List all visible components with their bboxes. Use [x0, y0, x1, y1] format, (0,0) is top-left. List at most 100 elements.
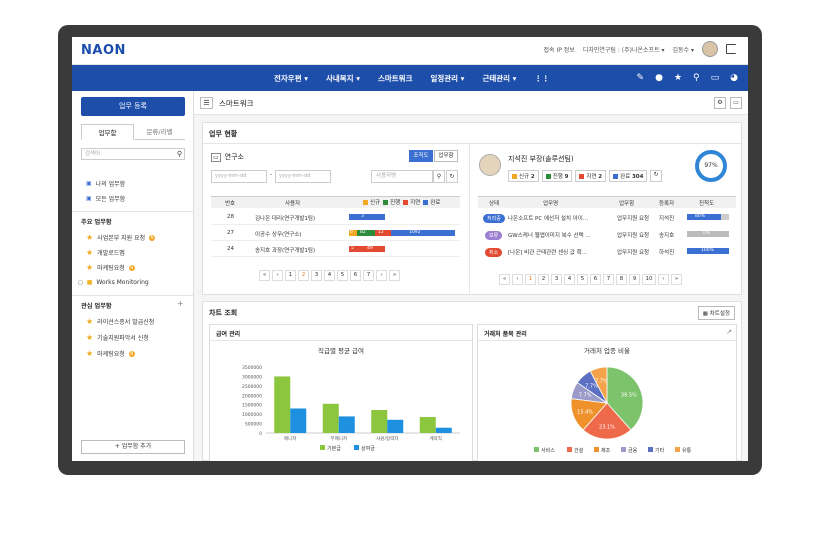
palette-icon[interactable]: ◕ [730, 73, 738, 83]
page-5[interactable]: 5 [337, 270, 348, 281]
start-date-input[interactable]: yyyy-mm-dd [211, 170, 267, 183]
add-taskbox-button[interactable]: + 업무함 추가 [81, 440, 185, 454]
org-chart-button[interactable]: 조직도 [409, 150, 433, 162]
bar-progress: 82 [357, 230, 375, 236]
page-7[interactable]: 7 [603, 274, 614, 285]
page-last[interactable]: » [671, 274, 682, 285]
sidebar-item-interest-0[interactable]: ★ 라이선스증서 발급신청 [86, 317, 154, 326]
task-title[interactable]: 나온소프트 PC 에선저 설치 아이… [508, 214, 588, 222]
page-next[interactable]: › [376, 270, 387, 281]
tab-taskbox[interactable]: 업무함 [81, 124, 134, 140]
sidebar-item-label: 마케팅요청 [97, 265, 125, 272]
slice-label: 7.7% [595, 378, 608, 384]
expand-icon[interactable]: ▢ [78, 280, 83, 286]
task-title[interactable]: GW스케너 웹앱이미지 복수 선택 … [508, 231, 591, 239]
status-pager: « ‹ 1 2 3 4 5 6 7 › » [259, 270, 400, 281]
page-prev[interactable]: ‹ [512, 274, 523, 285]
grid-icon[interactable]: ⋮⋮ [534, 74, 549, 83]
nav-welfare[interactable]: 사내복지 ▾ [326, 73, 360, 84]
team-link[interactable]: 디자인연구팀 : (주)나온소프트 ▾ [583, 45, 665, 54]
page-5[interactable]: 5 [577, 274, 588, 285]
taskbox-button[interactable]: 업무함 [434, 150, 458, 162]
end-date-input[interactable]: yyyy-mm-dd [275, 170, 331, 183]
col-title: 업무명 [543, 201, 559, 207]
sidebar-item-interest-1[interactable]: ★ 기술지원파악서 신청 [86, 333, 149, 342]
chat-icon[interactable]: ● [655, 73, 663, 83]
user-menu[interactable]: 김동수 ▾ [673, 45, 694, 54]
page-6[interactable]: 6 [590, 274, 601, 285]
page-first[interactable]: « [499, 274, 510, 285]
nav-smartwork[interactable]: 스마트워크 [378, 73, 413, 84]
legend-done: 완료 [423, 198, 441, 206]
stat-delay[interactable]: 지연 2 [575, 170, 607, 182]
search-icon[interactable]: ⚲ [693, 73, 700, 83]
monitor-icon[interactable]: ▭ [730, 97, 742, 109]
page-6[interactable]: 6 [350, 270, 361, 281]
stat-done[interactable]: 완료 304 [609, 170, 648, 182]
stat-progress[interactable]: 진행 9 [541, 170, 573, 182]
refresh-icon[interactable]: ↻ [446, 170, 458, 183]
logout-icon[interactable] [726, 44, 736, 54]
legend-label: 서비스 [541, 447, 555, 454]
row-user[interactable]: 송지호 과장(연구개발1팀) [255, 246, 315, 254]
sidebar-item-my[interactable]: ▣ 나의 업무함 [86, 179, 125, 188]
task-title[interactable]: [나온] 비관 근태관련 센싱 값 확… [508, 248, 587, 256]
page-1[interactable]: 1 [285, 270, 296, 281]
legend-label: 기타 [655, 447, 665, 454]
sidebar-item-main-2[interactable]: ★ 마케팅요청 N [86, 263, 135, 272]
page-3[interactable]: 3 [551, 274, 562, 285]
page-1[interactable]: 1 [525, 274, 536, 285]
ip-info-link[interactable]: 접속 IP 정보 [544, 45, 575, 54]
page-prev[interactable]: ‹ [272, 270, 283, 281]
gear-icon[interactable]: ⚙ [714, 97, 726, 109]
pen-icon[interactable]: ✎ [637, 73, 645, 83]
page-2[interactable]: 2 [538, 274, 549, 285]
sidebar-search-input[interactable]: 검색어 ⚲ [81, 148, 185, 160]
tab-label[interactable]: 문류/라벨 [134, 124, 185, 140]
page-8[interactable]: 8 [616, 274, 627, 285]
share-icon[interactable]: ↗ [726, 328, 732, 336]
sidebar-item-main-0[interactable]: ★ 사업본부 지원 요청 N [86, 233, 156, 242]
page-first[interactable]: « [259, 270, 270, 281]
register-task-button[interactable]: 업무 등록 [81, 97, 185, 116]
sidebar-item-all[interactable]: ▣ 모든 업무함 [86, 194, 125, 203]
row-user[interactable]: 이공수 상무(연구소) [255, 230, 302, 238]
stat-new[interactable]: 신규 2 [508, 170, 539, 182]
page-9[interactable]: 9 [629, 274, 640, 285]
nav-schedule[interactable]: 일정관리 ▾ [430, 73, 464, 84]
page-3[interactable]: 3 [311, 270, 322, 281]
page-4[interactable]: 4 [564, 274, 575, 285]
task-box: 업무지원 요청 [617, 250, 650, 256]
page-2[interactable]: 2 [298, 270, 309, 281]
nav-mail[interactable]: 전자우편 ▾ [274, 73, 308, 84]
user-search-input[interactable]: 사용자명 [371, 170, 433, 183]
bar-base [371, 409, 388, 433]
page-7[interactable]: 7 [363, 270, 374, 281]
sidebar-item-interest-2[interactable]: ★ 마케팅요청 N [86, 349, 135, 358]
page-10[interactable]: 10 [642, 274, 656, 285]
search-icon[interactable]: ⚲ [177, 149, 182, 160]
star-icon: ★ [86, 333, 94, 342]
monitor-icon[interactable]: ▭ [711, 73, 720, 83]
add-interest-icon[interactable]: + [177, 299, 184, 308]
bar-done: 3 [349, 214, 385, 220]
refresh-icon[interactable]: ↻ [650, 170, 662, 182]
sidebar-item-main-1[interactable]: ★ 개발로드맵 [86, 248, 125, 257]
row-no: 27 [227, 230, 234, 236]
page-title: 스마트워크 [219, 99, 254, 108]
avatar[interactable] [702, 41, 718, 57]
page-4[interactable]: 4 [324, 270, 335, 281]
nav-attendance[interactable]: 근태관리 ▾ [482, 73, 516, 84]
bar-delay: 12 [375, 230, 391, 236]
chart-section: 차트 조회 ▦ 차트설정 급여 관리 직급별 평균 급여 3500000 30000… [202, 301, 742, 461]
sidebar-item-main-3[interactable]: ▢ ■ Works Monitoring [78, 279, 149, 286]
page-last[interactable]: » [389, 270, 400, 281]
state-badge: 취소 [485, 248, 503, 257]
chart-setting-button[interactable]: ▦ 차트설정 [697, 306, 735, 320]
menu-icon[interactable]: ☰ [200, 97, 213, 109]
page-next[interactable]: › [658, 274, 669, 285]
legend-label: 기본급 [327, 445, 341, 452]
search-icon[interactable]: ⚲ [433, 170, 445, 183]
row-user[interactable]: 김나온 대리(연구개발1팀) [255, 214, 315, 222]
star-icon[interactable]: ★ [674, 73, 682, 83]
